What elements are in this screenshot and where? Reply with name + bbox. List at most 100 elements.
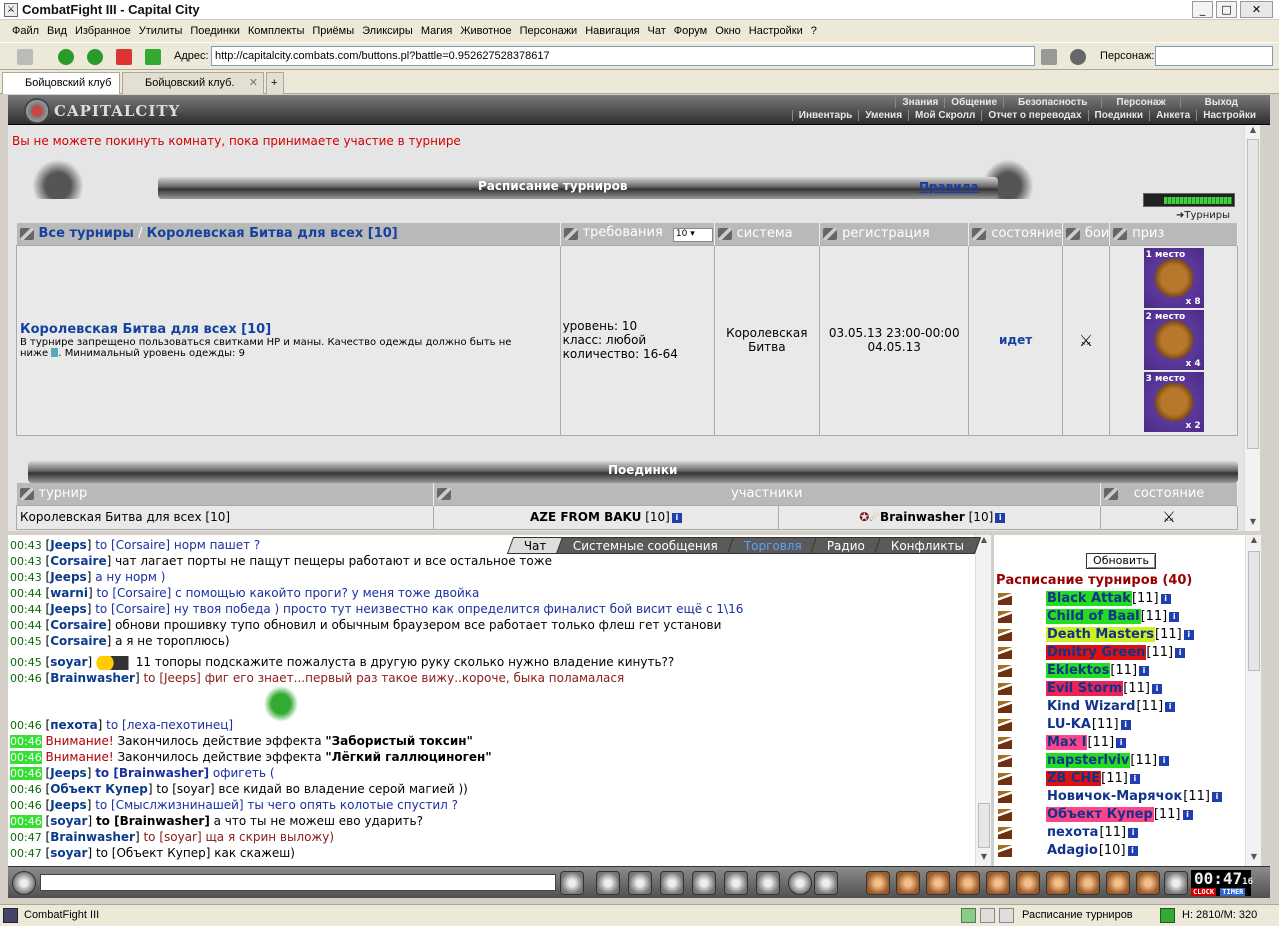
player-row[interactable]: Max I[11] i bbox=[998, 735, 1127, 751]
home-icon[interactable] bbox=[17, 49, 33, 65]
info-icon[interactable]: i bbox=[1169, 611, 1180, 622]
tab-system-messages[interactable]: Системные сообщения bbox=[555, 537, 735, 554]
player-name[interactable]: napsterlviv bbox=[1046, 753, 1131, 768]
menu-window[interactable]: Окно bbox=[715, 25, 741, 37]
player-row[interactable]: Dmitry Green[11] i bbox=[998, 645, 1186, 661]
nav-character[interactable]: Персонаж bbox=[1101, 97, 1179, 108]
sync-status-icon[interactable] bbox=[1160, 908, 1175, 923]
player-name[interactable]: Eklektos bbox=[1046, 663, 1111, 678]
info-icon[interactable]: i bbox=[1183, 629, 1194, 640]
nav-knowledge[interactable]: Знания bbox=[895, 97, 944, 108]
nav-duels[interactable]: Поединки bbox=[1087, 110, 1150, 121]
swords-icon[interactable] bbox=[998, 646, 1012, 659]
minimize-button[interactable]: _ bbox=[1192, 1, 1213, 18]
nav-skills[interactable]: Умения bbox=[858, 110, 908, 121]
player-name[interactable]: ZB CHE bbox=[1046, 771, 1102, 786]
money-icon[interactable] bbox=[956, 871, 980, 895]
swords-icon[interactable] bbox=[998, 592, 1012, 605]
player-row[interactable]: Объект Купер[11] i bbox=[998, 807, 1193, 823]
menu-characters[interactable]: Персонажи bbox=[520, 25, 578, 37]
info-icon[interactable]: i bbox=[1211, 791, 1222, 802]
back-icon[interactable] bbox=[58, 49, 74, 65]
menu-duels[interactable]: Поединки bbox=[190, 25, 240, 37]
bag-icon[interactable] bbox=[866, 871, 890, 895]
window-status-icon[interactable] bbox=[999, 908, 1014, 923]
player-row[interactable]: Новичок-Марячок[11] i bbox=[998, 789, 1222, 805]
nav-settings[interactable]: Настройки bbox=[1196, 110, 1262, 121]
player-row[interactable]: napsterlviv[11] i bbox=[998, 753, 1170, 769]
swords-icon[interactable] bbox=[998, 736, 1012, 749]
helmet-icon[interactable] bbox=[814, 871, 838, 895]
smiley-icon[interactable] bbox=[788, 871, 812, 895]
info-icon[interactable]: i bbox=[1139, 665, 1150, 676]
swords-icon[interactable] bbox=[998, 664, 1012, 677]
player-row[interactable]: ZB CHE[11] i bbox=[998, 771, 1140, 787]
info-icon[interactable]: i bbox=[1127, 845, 1138, 856]
go-icon[interactable] bbox=[1041, 49, 1057, 65]
tournament-name[interactable]: Королевская Битва для всех [10] bbox=[20, 322, 560, 337]
mask-icon[interactable] bbox=[1016, 871, 1040, 895]
breadcrumb-current[interactable]: Королевская Битва для всех [10] bbox=[147, 226, 398, 241]
chat-input[interactable] bbox=[40, 874, 556, 891]
tab-conflicts[interactable]: Конфликты bbox=[874, 537, 982, 554]
menu-magic[interactable]: Магия bbox=[421, 25, 453, 37]
breadcrumb-all[interactable]: Все турниры bbox=[39, 226, 134, 241]
music-icon[interactable] bbox=[756, 871, 780, 895]
send-icon[interactable] bbox=[560, 871, 584, 895]
player-name[interactable]: Black Attak bbox=[1046, 591, 1132, 606]
info-icon[interactable]: i bbox=[1120, 719, 1131, 730]
crossed-swords-icon[interactable]: ⚔ bbox=[1079, 331, 1093, 350]
player-name[interactable]: Child of Baal bbox=[1046, 609, 1141, 624]
info-icon[interactable]: i bbox=[1159, 755, 1170, 766]
tab-club-1[interactable]: Бойцовский клуб bbox=[2, 72, 120, 94]
player-name[interactable]: Новичок-Марячок bbox=[1046, 789, 1183, 804]
tab-close-icon[interactable]: ✕ bbox=[249, 73, 258, 93]
tab-club-2[interactable]: Бойцовский клуб. ✕ bbox=[122, 72, 264, 94]
duel-state-cell[interactable]: ⚔ bbox=[1100, 504, 1238, 530]
mail-icon[interactable] bbox=[1136, 871, 1160, 895]
nav-exit[interactable]: Выход bbox=[1179, 97, 1262, 108]
info-icon[interactable]: i bbox=[1182, 809, 1193, 820]
swords-icon[interactable] bbox=[998, 844, 1012, 857]
clock-status-icon[interactable] bbox=[961, 908, 976, 923]
eraser-icon[interactable] bbox=[596, 871, 620, 895]
player-row[interactable]: Child of Baal[11] i bbox=[998, 609, 1180, 625]
player-name[interactable]: LU-KA bbox=[1046, 717, 1092, 732]
swords-icon[interactable] bbox=[998, 772, 1012, 785]
player-row[interactable]: пехота[11] i bbox=[998, 825, 1139, 841]
nav-profile[interactable]: Анкета bbox=[1149, 110, 1196, 121]
player-row[interactable]: Adagio[10] i bbox=[998, 843, 1138, 859]
menu-elixirs[interactable]: Эликсиры bbox=[362, 25, 413, 37]
player-row[interactable]: Eklektos[11] i bbox=[998, 663, 1150, 679]
participant-1[interactable]: AZE FROM BAKU [10] i bbox=[432, 504, 780, 530]
group-icon[interactable] bbox=[1106, 871, 1130, 895]
player-name[interactable]: Death Masters bbox=[1046, 627, 1156, 642]
info-icon[interactable]: i bbox=[1116, 737, 1127, 748]
pen-icon[interactable] bbox=[896, 871, 920, 895]
player-name[interactable]: Объект Купер bbox=[1046, 807, 1154, 822]
swords-icon[interactable] bbox=[998, 700, 1012, 713]
info-icon[interactable]: i bbox=[1129, 773, 1140, 784]
tab-trade[interactable]: Торговля bbox=[726, 537, 819, 554]
participant-2[interactable]: ✪☄Brainwasher [10] i bbox=[778, 504, 1102, 530]
menu-navigation[interactable]: Навигация bbox=[585, 25, 639, 37]
menu-utilities[interactable]: Утилиты bbox=[139, 25, 183, 37]
swords-icon[interactable] bbox=[998, 628, 1012, 641]
users-icon[interactable] bbox=[1070, 49, 1086, 65]
swords-icon[interactable] bbox=[998, 808, 1012, 821]
nav-communication[interactable]: Общение bbox=[944, 97, 1003, 108]
swords-icon[interactable] bbox=[998, 790, 1012, 803]
persona-select[interactable] bbox=[1155, 46, 1273, 66]
player-row[interactable]: Evil Storm[11] i bbox=[998, 681, 1162, 697]
close-button[interactable]: ✕ bbox=[1240, 1, 1273, 18]
info-icon[interactable]: i bbox=[1151, 683, 1162, 694]
nav-security[interactable]: Безопасность bbox=[1003, 97, 1101, 108]
refresh-button[interactable]: Обновить bbox=[1086, 553, 1156, 569]
info-icon[interactable]: i bbox=[1128, 827, 1139, 838]
player-row[interactable]: Death Masters[11] i bbox=[998, 627, 1194, 643]
players-scrollbar[interactable]: ▲ ▼ bbox=[1245, 535, 1261, 866]
player-row[interactable]: LU-KA[11] i bbox=[998, 717, 1131, 733]
swords-icon[interactable] bbox=[998, 610, 1012, 623]
exit-icon[interactable] bbox=[1164, 871, 1188, 895]
player-name[interactable]: пехота bbox=[1046, 825, 1099, 840]
